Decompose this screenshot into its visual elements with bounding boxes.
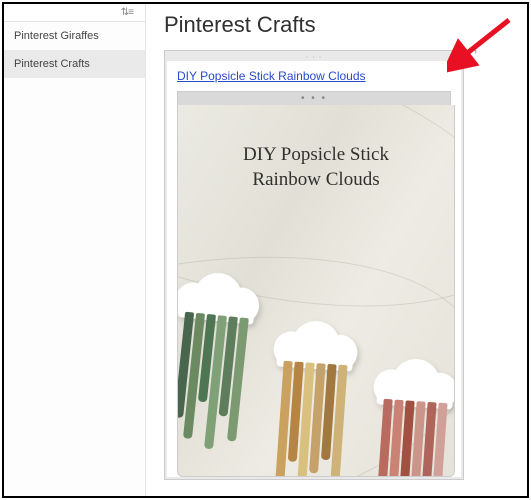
sidebar-item-label: Pinterest Crafts — [14, 58, 90, 70]
link-preview-card[interactable]: ∙ ∙ ∙ DIY Popsicle Stick Rainbow Clouds … — [164, 50, 464, 480]
preview-link[interactable]: DIY Popsicle Stick Rainbow Clouds — [177, 69, 366, 83]
sidebar-item-crafts[interactable]: Pinterest Crafts — [4, 50, 145, 78]
link-embed-options-icon[interactable]: ⸢⸣ ⊶ — [469, 50, 478, 70]
sort-icon[interactable]: ⇅≡ — [121, 8, 133, 18]
pin-menu-dots[interactable]: • • • — [177, 91, 451, 105]
sidebar-header: ⇅≡ — [4, 4, 145, 22]
main-area: Pinterest Crafts ∙ ∙ ∙ DIY Popsicle Stic… — [146, 4, 527, 496]
resize-handle-top[interactable]: ∙ ∙ ∙ — [167, 53, 461, 61]
sidebar-item-giraffes[interactable]: Pinterest Giraffes — [4, 22, 145, 50]
pin-image-title: DIY Popsicle Stick Rainbow Clouds — [178, 143, 454, 192]
craft-cloud-yellow — [272, 316, 359, 372]
pin-image: DIY Popsicle Stick Rainbow Clouds — [177, 105, 455, 477]
page-title: Pinterest Crafts — [164, 12, 519, 38]
sidebar: ⇅≡ Pinterest Giraffes Pinterest Crafts — [4, 4, 146, 496]
craft-cloud-rose — [372, 354, 455, 410]
sidebar-item-label: Pinterest Giraffes — [14, 30, 99, 42]
craft-cloud-green — [177, 267, 262, 326]
